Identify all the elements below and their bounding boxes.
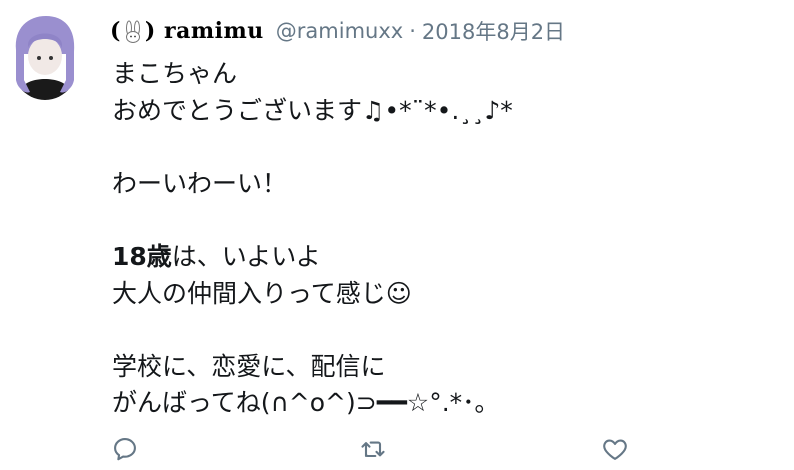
display-name-prefix: ( <box>110 18 121 44</box>
tweet-line-rest: は、いよいよ <box>171 241 321 271</box>
tweet[interactable]: () ramimu @ramimuxx · 2018年8月2日 まこちゃん おめ… <box>0 0 794 470</box>
tweet-line: おめでとうございます♫•*¨*•.¸¸♪* <box>112 95 513 125</box>
tweet-header: () ramimu @ramimuxx · 2018年8月2日 <box>110 14 565 48</box>
reply-icon <box>114 438 136 461</box>
tweet-actions <box>0 432 794 466</box>
avatar[interactable] <box>8 10 82 100</box>
tweet-line: 学校に、恋愛に、配信に <box>112 351 386 381</box>
display-name[interactable]: () ramimu <box>110 18 264 44</box>
display-name-text: ramimu <box>164 18 264 44</box>
tweet-line-bold: 18歳 <box>112 241 172 271</box>
reply-button[interactable] <box>108 432 142 466</box>
user-handle[interactable]: @ramimuxx <box>276 19 403 43</box>
tweet-text: まこちゃん おめでとうございます♫•*¨*•.¸¸♪* わーいわーい！ 18歳は… <box>112 56 772 422</box>
retweet-icon <box>361 441 385 458</box>
header-separator: · <box>409 19 416 43</box>
tweet-date[interactable]: 2018年8月2日 <box>422 16 565 46</box>
display-name-suffix: ) <box>144 18 156 44</box>
smile-emoji: ☺ <box>385 278 412 308</box>
retweet-button[interactable] <box>356 432 390 466</box>
avatar-image <box>9 11 81 100</box>
tweet-line: 大人の仲間入りって感じ☺ <box>112 276 772 313</box>
rabbit-icon <box>122 20 144 44</box>
tweet-line: わーいわーい！ <box>112 168 288 198</box>
heart-icon <box>603 439 627 460</box>
tweet-line: がんばってね(∩^o^)⊃━━☆°.*･｡ <box>112 388 488 418</box>
tweet-line-text: 大人の仲間入りって感じ <box>112 278 386 308</box>
like-button[interactable] <box>598 432 632 466</box>
tweet-line: まこちゃん <box>112 59 238 88</box>
tweet-line: 18歳は、いよいよ <box>112 239 772 276</box>
